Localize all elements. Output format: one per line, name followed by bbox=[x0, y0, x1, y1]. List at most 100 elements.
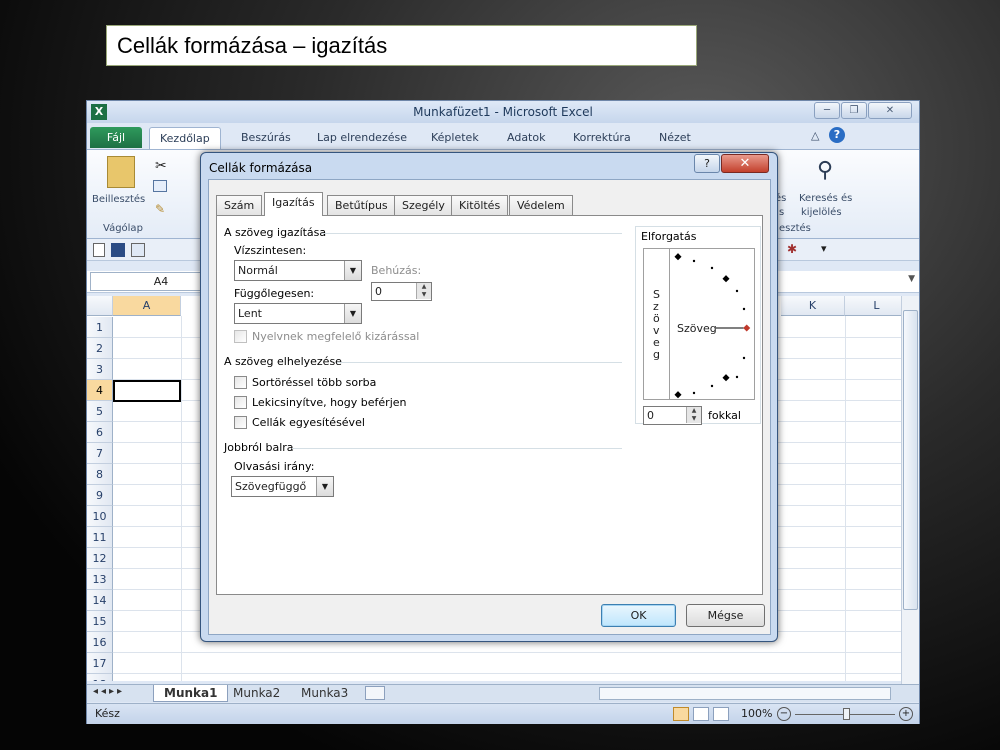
sheet-tab-munka1[interactable]: Munka1 bbox=[153, 685, 229, 702]
spin-down-icon[interactable]: ▼ bbox=[686, 415, 701, 423]
format-painter-icon[interactable]: ✎ bbox=[155, 202, 165, 216]
row-header[interactable]: 2 bbox=[87, 338, 113, 359]
sheet-nav-arrows[interactable]: ◂◂▸▸ bbox=[93, 686, 125, 697]
row-header[interactable]: 5 bbox=[87, 401, 113, 422]
tab-alignment[interactable]: Igazítás bbox=[264, 192, 323, 216]
group-divider bbox=[337, 362, 622, 363]
chevron-down-icon[interactable]: ▼ bbox=[344, 261, 361, 280]
row-header[interactable]: 4 bbox=[87, 380, 113, 401]
tab-font[interactable]: Betűtípus bbox=[327, 195, 396, 215]
row-header[interactable]: 18 bbox=[87, 674, 113, 681]
column-header-l[interactable]: L bbox=[845, 296, 901, 316]
zoom-in-icon[interactable]: + bbox=[899, 707, 913, 721]
format-cells-dialog: Cellák formázása ? ✕ Szám Igazítás Betűt… bbox=[200, 152, 778, 642]
expand-formula-icon[interactable]: ▼ bbox=[908, 274, 915, 284]
sheet-tab-munka2[interactable]: Munka2 bbox=[223, 685, 290, 702]
spin-down-icon[interactable]: ▼ bbox=[416, 291, 431, 299]
tab-fill[interactable]: Kitöltés bbox=[451, 195, 509, 215]
merge-cells-label: Cellák egyesítésével bbox=[252, 416, 365, 429]
row-header[interactable]: 11 bbox=[87, 527, 113, 548]
copy-icon[interactable] bbox=[153, 180, 167, 192]
direction-select[interactable]: Szövegfüggő ▼ bbox=[231, 476, 334, 497]
degrees-spinner[interactable]: 0 ▲ ▼ bbox=[643, 406, 702, 425]
page-layout-view-icon[interactable] bbox=[693, 707, 709, 721]
column-header-a[interactable]: A bbox=[113, 296, 181, 316]
active-cell-a4[interactable] bbox=[113, 380, 181, 402]
gridline bbox=[113, 673, 901, 674]
tab-number[interactable]: Szám bbox=[216, 195, 263, 215]
tab-home[interactable]: Kezdőlap bbox=[149, 127, 221, 150]
row-header[interactable]: 3 bbox=[87, 359, 113, 380]
select-all-corner[interactable] bbox=[87, 296, 113, 316]
binoculars-icon[interactable]: ⚲ bbox=[817, 158, 833, 183]
restore-button[interactable]: ❐ bbox=[841, 102, 867, 119]
horizontal-scrollbar[interactable] bbox=[599, 687, 891, 700]
group-divider bbox=[292, 448, 622, 449]
tab-page-layout[interactable]: Lap elrendezése bbox=[317, 131, 407, 144]
paste-button[interactable]: Beillesztés bbox=[92, 194, 145, 205]
ok-button[interactable]: OK bbox=[601, 604, 676, 627]
row-header[interactable]: 1 bbox=[87, 317, 113, 338]
spin-up-icon[interactable]: ▲ bbox=[686, 407, 701, 415]
tab-formulas[interactable]: Képletek bbox=[431, 131, 479, 144]
row-header[interactable]: 13 bbox=[87, 569, 113, 590]
minimize-button[interactable]: ─ bbox=[814, 102, 840, 119]
print-preview-icon[interactable] bbox=[131, 243, 145, 257]
find-select-button-2[interactable]: kijelölés bbox=[801, 207, 842, 218]
help-icon[interactable]: ? bbox=[829, 127, 845, 143]
column-header-k[interactable]: K bbox=[781, 296, 845, 316]
row-header[interactable]: 14 bbox=[87, 590, 113, 611]
orientation-group: Elforgatás S z ö v e g Szöveg 0 ▲ ▼ fokk… bbox=[635, 226, 761, 431]
horizontal-select[interactable]: Normál ▼ bbox=[234, 260, 362, 281]
tab-border[interactable]: Szegély bbox=[394, 195, 453, 215]
vertical-scrollbar[interactable] bbox=[901, 296, 919, 686]
save-icon[interactable] bbox=[111, 243, 125, 257]
row-header[interactable]: 17 bbox=[87, 653, 113, 674]
insert-sheet-icon[interactable] bbox=[365, 686, 385, 700]
direction-select-value: Szövegfüggő bbox=[235, 480, 307, 493]
cut-icon[interactable]: ✂ bbox=[155, 158, 167, 174]
row-header[interactable]: 8 bbox=[87, 464, 113, 485]
chevron-down-icon[interactable]: ▼ bbox=[316, 477, 333, 496]
sheet-tab-munka3[interactable]: Munka3 bbox=[291, 685, 358, 702]
cancel-button[interactable]: Mégse bbox=[686, 604, 765, 627]
new-file-icon[interactable] bbox=[93, 243, 105, 257]
wrap-text-checkbox[interactable] bbox=[234, 376, 247, 389]
paste-icon[interactable] bbox=[107, 156, 135, 188]
vertical-select[interactable]: Lent ▼ bbox=[234, 303, 362, 324]
page-break-view-icon[interactable] bbox=[713, 707, 729, 721]
tab-protection[interactable]: Védelem bbox=[509, 195, 573, 215]
row-header[interactable]: 7 bbox=[87, 443, 113, 464]
row-header[interactable]: 16 bbox=[87, 632, 113, 653]
indent-spinner[interactable]: 0 ▲ ▼ bbox=[371, 282, 432, 301]
group-divider bbox=[322, 233, 622, 234]
row-header[interactable]: 6 bbox=[87, 422, 113, 443]
zoom-level[interactable]: 100% bbox=[741, 707, 772, 720]
dialog-help-button[interactable]: ? bbox=[694, 154, 720, 173]
file-tab[interactable]: Fájl bbox=[90, 127, 142, 148]
row-header[interactable]: 12 bbox=[87, 548, 113, 569]
zoom-slider-thumb[interactable] bbox=[843, 708, 850, 720]
spin-up-icon[interactable]: ▲ bbox=[416, 283, 431, 291]
merge-cells-checkbox[interactable] bbox=[234, 416, 247, 429]
find-select-button[interactable]: Keresés és bbox=[799, 193, 852, 204]
ribbon-minimize-icon[interactable]: △ bbox=[811, 129, 819, 142]
row-header[interactable]: 10 bbox=[87, 506, 113, 527]
orientation-dial[interactable]: S z ö v e g Szöveg bbox=[643, 248, 755, 400]
tab-review[interactable]: Korrektúra bbox=[573, 131, 631, 144]
justify-distributed-checkbox[interactable] bbox=[234, 330, 247, 343]
tab-view[interactable]: Nézet bbox=[659, 131, 691, 144]
scroll-thumb[interactable] bbox=[903, 310, 918, 610]
qat-customize-icon[interactable]: ▾ bbox=[821, 242, 827, 255]
chevron-down-icon[interactable]: ▼ bbox=[344, 304, 361, 323]
tab-data[interactable]: Adatok bbox=[507, 131, 545, 144]
shrink-to-fit-checkbox[interactable] bbox=[234, 396, 247, 409]
close-button[interactable]: ✕ bbox=[868, 102, 912, 119]
row-header[interactable]: 15 bbox=[87, 611, 113, 632]
normal-view-icon[interactable] bbox=[673, 707, 689, 721]
zoom-out-icon[interactable]: − bbox=[777, 707, 791, 721]
tab-insert[interactable]: Beszúrás bbox=[241, 131, 291, 144]
sort-icon[interactable]: ✱ bbox=[787, 242, 797, 256]
row-header[interactable]: 9 bbox=[87, 485, 113, 506]
dialog-close-button[interactable]: ✕ bbox=[721, 154, 769, 173]
